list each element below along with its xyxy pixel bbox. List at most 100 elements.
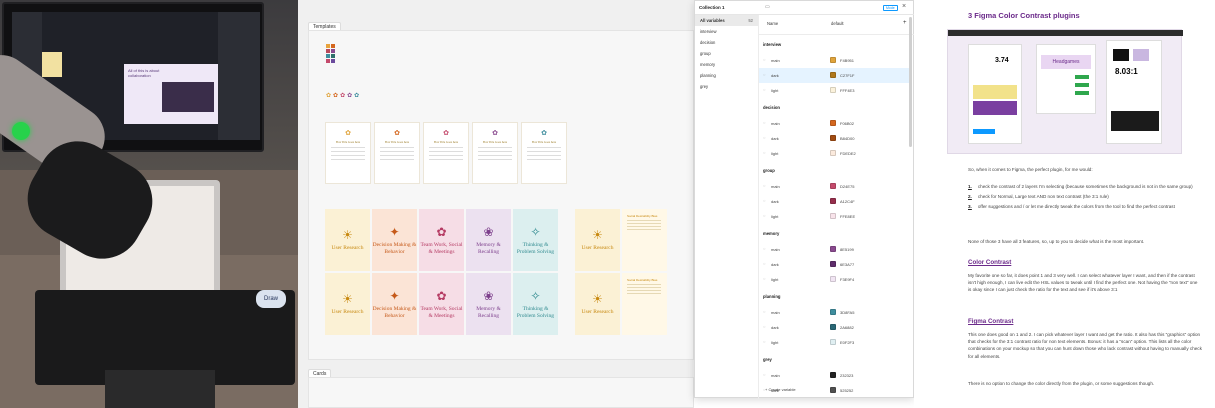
variable-row[interactable]: ◌ main 8E5199 xyxy=(759,242,909,257)
close-icon[interactable]: × xyxy=(902,3,906,10)
variable-hex[interactable]: 3D8FA5 xyxy=(840,310,854,315)
category-card[interactable]: ✦ Decision Making & Behavior xyxy=(372,273,417,335)
variable-swatch[interactable] xyxy=(830,324,836,330)
color-swatches xyxy=(326,44,335,63)
variable-hex[interactable]: FFE8EE xyxy=(840,214,855,219)
variable-hex[interactable]: 232323 xyxy=(840,373,853,378)
side-card-front[interactable]: ☀ User Research xyxy=(575,273,620,335)
variable-group-item[interactable]: interview xyxy=(695,26,758,37)
variable-group-label: planning xyxy=(700,73,716,78)
category-icon: ✧ xyxy=(530,289,541,303)
variable-swatch[interactable] xyxy=(830,372,836,378)
category-card[interactable]: ✦ Decision Making & Behavior xyxy=(372,209,417,271)
variable-swatch[interactable] xyxy=(830,87,836,93)
heading-color-contrast[interactable]: Color Contrast xyxy=(968,259,1011,266)
variable-swatch[interactable] xyxy=(830,57,836,63)
variable-group-item[interactable]: group xyxy=(695,48,758,59)
category-card[interactable]: ✧ Thinking & Problem Solving xyxy=(513,209,558,271)
variable-row[interactable]: ◌ main 3D8FA5 xyxy=(759,305,909,320)
variable-hex[interactable]: F4B951 xyxy=(840,58,854,63)
variable-hex[interactable]: FDEDE2 xyxy=(840,151,856,156)
variable-row[interactable]: ◌ light F3E9F4 xyxy=(759,272,909,287)
variable-swatch[interactable] xyxy=(830,150,836,156)
figma-canvas[interactable]: Templates ✿ ✿ ✿ ✿ ✿ ✿ Box Title Goes here… xyxy=(298,0,694,408)
variable-swatch[interactable] xyxy=(830,339,836,345)
category-card[interactable]: ❀ Memory & Recalling xyxy=(466,273,511,335)
variable-row[interactable]: ◌ light E0F2F3 xyxy=(759,335,909,350)
variable-row[interactable]: ◌ light FFF4E3 xyxy=(759,83,909,98)
variable-hex[interactable]: F06B02 xyxy=(840,121,854,126)
variable-swatch[interactable] xyxy=(830,261,836,267)
variable-swatch[interactable] xyxy=(830,135,836,141)
heading-figma-contrast[interactable]: Figma Contrast xyxy=(968,318,1013,325)
template-card[interactable]: ✿ Box Title Goes here xyxy=(325,122,371,184)
category-card[interactable]: ☀ User Research xyxy=(325,273,370,335)
variable-swatch[interactable] xyxy=(830,387,836,393)
variable-row[interactable]: ◌ main 232323 xyxy=(759,368,909,383)
sidebar-toggle-icon[interactable]: ▭ xyxy=(765,4,770,10)
add-mode-icon[interactable]: + xyxy=(903,20,907,26)
flower-icon: ✿ xyxy=(492,130,498,137)
category-card[interactable]: ❀ Memory & Recalling xyxy=(466,209,511,271)
create-variable-button[interactable]: + Create variable xyxy=(765,387,796,392)
variable-row[interactable]: ◌ main F4B951 xyxy=(759,53,909,68)
variable-swatch[interactable] xyxy=(830,120,836,126)
variable-row[interactable]: ◌ dark A12C4F xyxy=(759,194,909,209)
template-card-title: Box Title Goes here xyxy=(531,140,557,144)
variable-hex[interactable]: 525252 xyxy=(840,388,853,393)
text-placeholder-line xyxy=(429,147,463,148)
side-card-front[interactable]: ☀ User Research xyxy=(575,209,620,271)
template-card[interactable]: ✿ Box Title Goes here xyxy=(374,122,420,184)
template-card[interactable]: ✿ Box Title Goes here xyxy=(423,122,469,184)
variable-hex[interactable]: E0F2F3 xyxy=(840,340,854,345)
variable-group-item[interactable]: grey xyxy=(695,81,758,92)
variable-row[interactable]: ◌ dark 6E3A77 xyxy=(759,257,909,272)
article: 3 Figma Color Contrast plugins 3.74 Head… xyxy=(914,0,1215,408)
cards-frame[interactable] xyxy=(308,377,694,408)
side-card-subtitle: Social Desirability Bias xyxy=(627,278,658,282)
variable-row[interactable]: ◌ light FFE8EE xyxy=(759,209,909,224)
variable-swatch[interactable] xyxy=(830,72,836,78)
category-card[interactable]: ✿ Team Work, Social & Meetings xyxy=(419,209,464,271)
variable-group-item[interactable]: All variables 52 xyxy=(695,15,758,26)
variable-row[interactable]: ◌ dark B84D00 xyxy=(759,131,909,146)
variable-group-item[interactable]: planning xyxy=(695,70,758,81)
variable-color-icon: ◌ xyxy=(763,150,766,155)
category-card[interactable]: ✧ Thinking & Problem Solving xyxy=(513,273,558,335)
variable-row[interactable]: ◌ light FDEDE2 xyxy=(759,146,909,161)
category-icon: ❀ xyxy=(483,289,494,303)
variable-hex[interactable]: A12C4F xyxy=(840,199,855,204)
variable-swatch[interactable] xyxy=(830,198,836,204)
variable-row[interactable]: ◌ dark C27F1F xyxy=(759,68,909,83)
variable-hex[interactable]: 8E5199 xyxy=(840,247,854,252)
variable-hex[interactable]: 6E3A77 xyxy=(840,262,854,267)
collection-title[interactable]: Collection 1 xyxy=(699,5,725,10)
scrollbar[interactable] xyxy=(909,17,912,147)
template-card[interactable]: ✿ Box Title Goes here xyxy=(472,122,518,184)
variable-hex[interactable]: C27F1F xyxy=(840,73,854,78)
text-placeholder-line xyxy=(527,151,561,152)
variable-swatch[interactable] xyxy=(830,213,836,219)
side-card-back[interactable]: Social Desirability Bias xyxy=(622,273,667,335)
variable-color-icon: ◌ xyxy=(763,261,766,266)
variable-hex[interactable]: B84D00 xyxy=(840,136,854,141)
side-card-title: User Research xyxy=(581,245,614,252)
category-card[interactable]: ☀ User Research xyxy=(325,209,370,271)
variable-row[interactable]: ◌ main D24E75 xyxy=(759,179,909,194)
side-card-back[interactable]: Social Desirability Bias xyxy=(622,209,667,271)
variable-hex[interactable]: F3E9F4 xyxy=(840,277,854,282)
variable-swatch[interactable] xyxy=(830,246,836,252)
variable-hex[interactable]: FFF4E3 xyxy=(840,88,854,93)
template-card[interactable]: ✿ Box Title Goes here xyxy=(521,122,567,184)
variable-group-item[interactable]: decision xyxy=(695,37,758,48)
variable-swatch[interactable] xyxy=(830,309,836,315)
variable-swatch[interactable] xyxy=(830,183,836,189)
mode-button[interactable]: Mode xyxy=(883,5,898,11)
variable-row[interactable]: ◌ dark 2A6882 xyxy=(759,320,909,335)
category-card[interactable]: ✿ Team Work, Social & Meetings xyxy=(419,273,464,335)
variable-hex[interactable]: 2A6882 xyxy=(840,325,854,330)
variable-group-item[interactable]: memory xyxy=(695,59,758,70)
variable-swatch[interactable] xyxy=(830,276,836,282)
variable-hex[interactable]: D24E75 xyxy=(840,184,854,189)
variable-row[interactable]: ◌ main F06B02 xyxy=(759,116,909,131)
